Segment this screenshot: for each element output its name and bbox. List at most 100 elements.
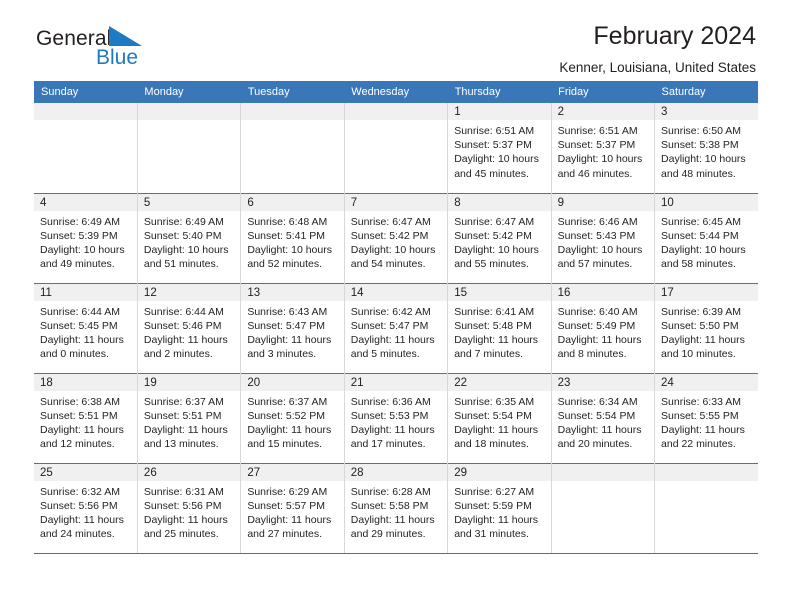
daylight-2-text: and 29 minutes.: [350, 528, 426, 541]
calendar-day-cell[interactable]: 4 Sunrise: 6:49 AM Sunset: 5:39 PM Daylight…: [34, 192, 138, 283]
calendar-day-cell[interactable]: 24 Sunrise: 6:33 AM Sunset: 5:55 PM Dayligh…: [654, 372, 758, 463]
calendar-empty-cell: [551, 462, 656, 554]
daylight-1-text: Daylight: 11 hours: [557, 333, 642, 346]
daylight-1-text: Daylight: 11 hours: [143, 423, 228, 436]
calendar-day-cell[interactable]: 6 Sunrise: 6:48 AM Sunset: 5:41 PM Daylight…: [240, 192, 345, 283]
sunrise-text: Sunrise: 6:27 AM: [454, 485, 535, 498]
calendar-day-cell[interactable]: 12 Sunrise: 6:44 AM Sunset: 5:46 PM Dayligh…: [137, 282, 242, 373]
day-number: 17: [655, 283, 758, 301]
sunrise-text: Sunrise: 6:49 AM: [143, 215, 224, 228]
calendar-day-cell[interactable]: 20 Sunrise: 6:37 AM Sunset: 5:52 PM Dayligh…: [240, 372, 345, 463]
day-details: Sunrise: 6:40 AM Sunset: 5:49 PM Daylight:…: [552, 301, 654, 362]
day-number: 22: [448, 373, 551, 391]
day-number: 14: [344, 283, 448, 301]
day-details: Sunrise: 6:49 AM Sunset: 5:39 PM Daylight:…: [34, 211, 137, 272]
logo-text-blue: Blue: [96, 46, 139, 69]
calendar-day-cell[interactable]: 19 Sunrise: 6:37 AM Sunset: 5:51 PM Dayligh…: [137, 372, 242, 463]
day-details: Sunrise: 6:49 AM Sunset: 5:40 PM Daylight:…: [138, 211, 240, 272]
calendar-day-cell[interactable]: 3 Sunrise: 6:50 AM Sunset: 5:38 PM Daylight…: [655, 103, 758, 193]
calendar-day-cell[interactable]: 14 Sunrise: 6:42 AM Sunset: 5:47 PM Dayligh…: [344, 282, 449, 373]
daylight-1-text: Daylight: 11 hours: [661, 423, 745, 436]
sunrise-sunset-calendar: Sunday Monday Tuesday Wednesday Thursday…: [34, 81, 758, 554]
sunrise-text: Sunrise: 6:36 AM: [350, 395, 431, 408]
calendar-day-cell[interactable]: 17 Sunrise: 6:39 AM Sunset: 5:50 PM Dayligh…: [654, 282, 758, 373]
weekday-header-monday: Monday: [137, 81, 241, 103]
calendar-empty-cell: [34, 103, 138, 193]
daylight-2-text: and 51 minutes.: [143, 258, 219, 271]
daylight-2-text: and 49 minutes.: [40, 258, 115, 271]
sunset-text: Sunset: 5:37 PM: [454, 139, 532, 152]
sunset-text: Sunset: 5:42 PM: [454, 229, 532, 242]
calendar-day-cell[interactable]: 22 Sunrise: 6:35 AM Sunset: 5:54 PM Dayligh…: [447, 372, 552, 463]
daylight-2-text: and 27 minutes.: [247, 528, 323, 541]
calendar-day-cell[interactable]: 28 Sunrise: 6:28 AM Sunset: 5:58 PM Dayligh…: [344, 462, 449, 554]
calendar-day-cell[interactable]: 13 Sunrise: 6:43 AM Sunset: 5:47 PM Dayligh…: [240, 282, 345, 373]
daylight-2-text: and 24 minutes.: [40, 528, 115, 541]
daylight-2-text: and 25 minutes.: [143, 528, 219, 541]
day-details: Sunrise: 6:44 AM Sunset: 5:45 PM Daylight:…: [34, 301, 137, 362]
calendar-day-cell[interactable]: 5 Sunrise: 6:49 AM Sunset: 5:40 PM Daylight…: [137, 192, 242, 283]
calendar-day-cell[interactable]: 10 Sunrise: 6:45 AM Sunset: 5:44 PM Dayligh…: [654, 192, 758, 283]
daylight-1-text: Daylight: 11 hours: [661, 333, 745, 346]
weekday-header-wednesday: Wednesday: [344, 81, 448, 103]
day-details: Sunrise: 6:31 AM Sunset: 5:56 PM Daylight:…: [138, 481, 240, 542]
calendar-day-cell[interactable]: 29 Sunrise: 6:27 AM Sunset: 5:59 PM Dayligh…: [447, 462, 552, 554]
weekday-header-thursday: Thursday: [447, 81, 552, 103]
sunrise-text: Sunrise: 6:51 AM: [454, 125, 535, 137]
daylight-1-text: Daylight: 11 hours: [247, 333, 332, 346]
day-number: 1: [448, 103, 551, 120]
day-details: Sunrise: 6:37 AM Sunset: 5:52 PM Daylight:…: [241, 391, 343, 452]
daylight-1-text: Daylight: 11 hours: [454, 423, 539, 436]
sunset-text: Sunset: 5:44 PM: [661, 229, 739, 242]
sunset-text: Sunset: 5:53 PM: [350, 409, 429, 422]
general-blue-logo[interactable]: General Blue: [36, 26, 216, 74]
day-number: [34, 103, 137, 120]
calendar-day-cell[interactable]: 1 Sunrise: 6:51 AM Sunset: 5:37 PM Daylight…: [447, 103, 552, 193]
calendar-day-cell[interactable]: 2 Sunrise: 6:51 AM Sunset: 5:37 PM Daylight…: [551, 103, 656, 193]
calendar-day-cell[interactable]: 16 Sunrise: 6:40 AM Sunset: 5:49 PM Dayligh…: [551, 282, 656, 373]
day-number: 23: [551, 373, 655, 391]
calendar-day-cell[interactable]: 25 Sunrise: 6:32 AM Sunset: 5:56 PM Dayligh…: [34, 462, 138, 554]
daylight-1-text: Daylight: 10 hours: [557, 243, 643, 256]
day-number: [344, 103, 448, 120]
calendar-day-cell[interactable]: 8 Sunrise: 6:47 AM Sunset: 5:42 PM Daylight…: [447, 192, 552, 283]
daylight-2-text: and 17 minutes.: [350, 438, 426, 451]
daylight-1-text: Daylight: 10 hours: [454, 153, 539, 166]
sunset-text: Sunset: 5:52 PM: [247, 409, 325, 422]
calendar-empty-cell: [240, 103, 345, 193]
calendar-day-cell[interactable]: 7 Sunrise: 6:47 AM Sunset: 5:42 PM Daylight…: [344, 192, 449, 283]
daylight-1-text: Daylight: 11 hours: [40, 333, 124, 346]
calendar-day-cell[interactable]: 9 Sunrise: 6:46 AM Sunset: 5:43 PM Daylight…: [551, 192, 656, 283]
day-number: 19: [137, 373, 241, 391]
day-details: Sunrise: 6:36 AM Sunset: 5:53 PM Daylight:…: [345, 391, 447, 452]
daylight-2-text: and 10 minutes.: [661, 348, 736, 361]
sunrise-text: Sunrise: 6:42 AM: [350, 305, 431, 318]
calendar-day-cell[interactable]: 26 Sunrise: 6:31 AM Sunset: 5:56 PM Dayligh…: [137, 462, 242, 554]
sunrise-text: Sunrise: 6:35 AM: [454, 395, 535, 408]
calendar-day-cell[interactable]: 23 Sunrise: 6:34 AM Sunset: 5:54 PM Dayligh…: [551, 372, 656, 463]
calendar-day-cell[interactable]: 15 Sunrise: 6:41 AM Sunset: 5:48 PM Dayligh…: [447, 282, 552, 373]
daylight-1-text: Daylight: 11 hours: [454, 513, 539, 526]
calendar-day-cell[interactable]: 18 Sunrise: 6:38 AM Sunset: 5:51 PM Dayligh…: [34, 372, 138, 463]
daylight-1-text: Daylight: 11 hours: [143, 513, 228, 526]
sunset-text: Sunset: 5:47 PM: [350, 319, 429, 332]
weekday-header-saturday: Saturday: [654, 81, 758, 103]
sunset-text: Sunset: 5:55 PM: [661, 409, 739, 422]
sunrise-text: Sunrise: 6:46 AM: [557, 215, 638, 228]
sunrise-text: Sunrise: 6:51 AM: [557, 125, 638, 137]
daylight-2-text: and 22 minutes.: [661, 438, 736, 451]
daylight-2-text: and 13 minutes.: [143, 438, 219, 451]
calendar-day-cell[interactable]: 27 Sunrise: 6:29 AM Sunset: 5:57 PM Dayligh…: [240, 462, 345, 554]
sunset-text: Sunset: 5:51 PM: [40, 409, 118, 422]
daylight-1-text: Daylight: 10 hours: [454, 243, 539, 256]
daylight-2-text: and 3 minutes.: [247, 348, 317, 361]
day-number: 5: [137, 193, 241, 211]
day-details: Sunrise: 6:43 AM Sunset: 5:47 PM Daylight:…: [241, 301, 343, 362]
calendar-week-row: 4 Sunrise: 6:49 AM Sunset: 5:39 PM Daylight…: [34, 192, 758, 283]
sunset-text: Sunset: 5:50 PM: [661, 319, 739, 332]
day-number: 25: [34, 463, 137, 481]
calendar-empty-cell: [654, 462, 758, 554]
calendar-day-cell[interactable]: 21 Sunrise: 6:36 AM Sunset: 5:53 PM Dayligh…: [344, 372, 449, 463]
calendar-day-cell[interactable]: 11 Sunrise: 6:44 AM Sunset: 5:45 PM Dayligh…: [34, 282, 138, 373]
day-number: 8: [448, 193, 551, 211]
